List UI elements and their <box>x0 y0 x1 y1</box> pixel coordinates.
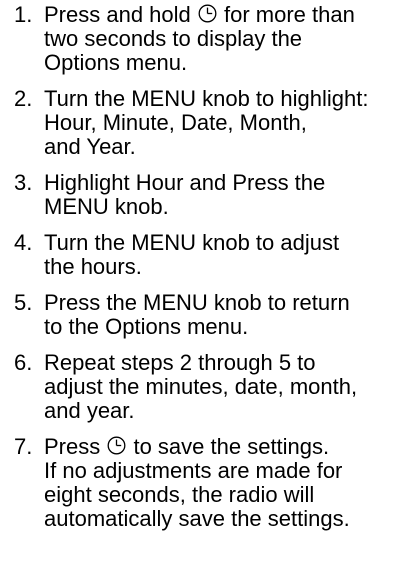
step-text-line: If no adjustments are made for <box>44 458 343 483</box>
step-3: 3. Highlight Hour and Press the MENU kno… <box>14 171 408 219</box>
clock-icon <box>198 4 217 23</box>
step-text: Press <box>44 434 107 459</box>
step-number: 2. <box>14 86 33 111</box>
step-text-line: and year. <box>44 398 135 423</box>
step-text-line: Press to save the settings. <box>44 435 408 459</box>
step-number: 1. <box>14 2 33 27</box>
step-text-line: the hours. <box>44 254 142 279</box>
instructions-page: 1. Press and hold for more than two seco… <box>0 0 408 584</box>
step-text-line: adjust the minutes, date, month, <box>44 374 358 399</box>
step-number: 3. <box>14 170 33 195</box>
step-6: 6. Repeat steps 2 through 5 to adjust th… <box>14 351 408 423</box>
step-text-line: Repeat steps 2 through 5 to <box>44 350 316 375</box>
step-text-line: Press and hold for more than <box>44 3 408 27</box>
step-text-line: Hour, Minute, Date, Month, <box>44 110 307 135</box>
step-text-line: eight seconds, the radio will <box>44 482 315 507</box>
steps-list: 1. Press and hold for more than two seco… <box>14 3 408 543</box>
step-text: Press and hold <box>44 2 197 27</box>
step-number: 7. <box>14 434 33 459</box>
clock-icon <box>107 436 126 455</box>
step-text-line: Options menu. <box>44 50 188 75</box>
step-1: 1. Press and hold for more than two seco… <box>14 3 408 75</box>
step-4: 4. Turn the MENU knob to adjust the hour… <box>14 231 408 279</box>
step-text-line: Highlight Hour and Press the <box>44 170 326 195</box>
step-text-line: Turn the MENU knob to adjust <box>44 230 340 255</box>
step-text-line: two seconds to display the <box>44 26 303 51</box>
step-5: 5. Press the MENU knob to return to the … <box>14 291 408 339</box>
step-number: 6. <box>14 350 33 375</box>
step-text-line: automatically save the settings. <box>44 506 350 531</box>
step-text-line: Turn the MENU knob to highlight: <box>44 86 369 111</box>
step-text-line: Press the MENU knob to return <box>44 290 350 315</box>
step-text-line: and Year. <box>44 134 136 159</box>
step-number: 5. <box>14 290 33 315</box>
step-text: to save the settings. <box>127 434 330 459</box>
step-text: for more than <box>217 2 355 27</box>
step-text-line: MENU knob. <box>44 194 169 219</box>
step-7: 7. Press to save the settings. If no adj… <box>14 435 408 531</box>
step-2: 2. Turn the MENU knob to highlight: Hour… <box>14 87 408 159</box>
step-text-line: to the Options menu. <box>44 314 249 339</box>
step-number: 4. <box>14 230 33 255</box>
